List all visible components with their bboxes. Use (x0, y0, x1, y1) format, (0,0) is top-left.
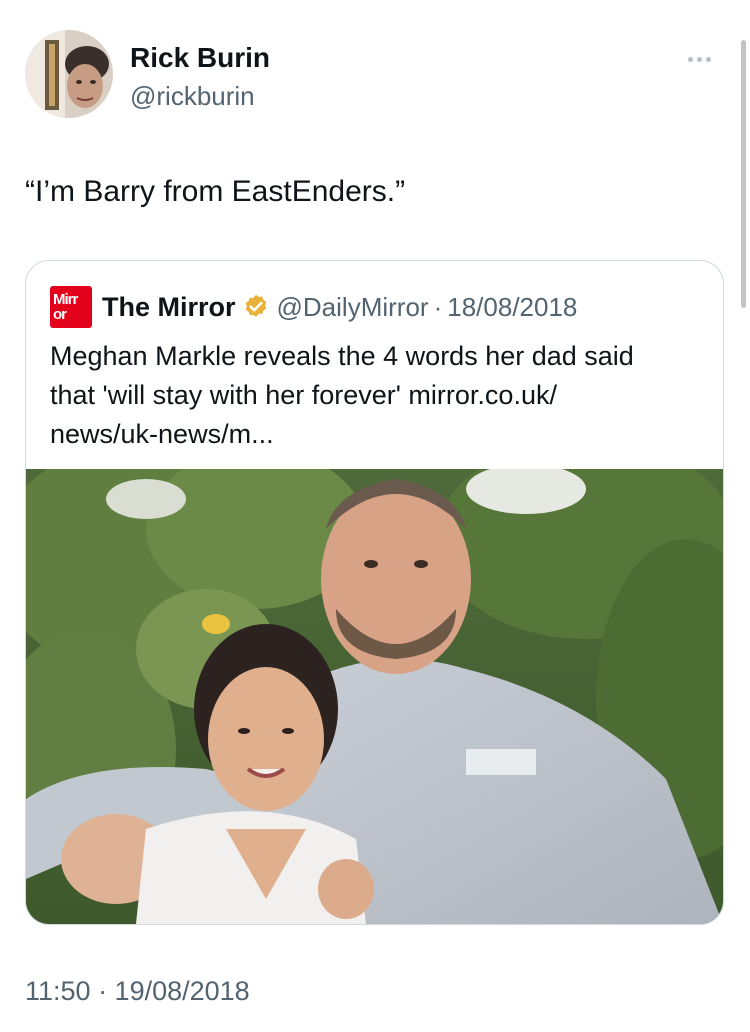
quoted-tweet-header: Mirr or The Mirror @DailyMirror · 18/08/… (50, 286, 577, 328)
avatar-photo (25, 30, 113, 118)
quoted-handle[interactable]: @DailyMirror (277, 292, 429, 323)
scrollbar[interactable] (741, 40, 746, 308)
quoted-tweet-text: Meghan Markle reveals the 4 words her da… (50, 337, 710, 454)
quoted-tweet-card[interactable]: Mirr or The Mirror @DailyMirror · 18/08/… (25, 260, 724, 925)
more-horizontal-icon-dot (705, 56, 711, 62)
mirror-logo-line2: or (53, 306, 67, 323)
quoted-display-name[interactable]: The Mirror (102, 292, 236, 323)
quoted-text-line: news/uk-news/m... (50, 419, 274, 449)
quoted-separator: · (433, 291, 443, 322)
tweet-text: “I’m Barry from EastEnders.” (25, 175, 406, 208)
news-photo (26, 469, 723, 924)
tweet-timestamp[interactable]: 11:50 · 19/08/2018 (25, 974, 250, 1008)
quoted-text-line: Meghan Markle reveals the 4 words her da… (50, 341, 634, 371)
more-horizontal-icon (687, 56, 693, 62)
mirror-logo-line1: Mirr (53, 291, 78, 308)
quoted-tweet-photo[interactable] (26, 469, 723, 924)
author-handle[interactable]: @rickburin (130, 80, 255, 112)
quoted-text-line: that 'will stay with her forever' mirror… (50, 380, 557, 410)
author-display-name[interactable]: Rick Burin (130, 41, 270, 75)
quoted-date[interactable]: 18/08/2018 (447, 292, 577, 323)
more-horizontal-icon-dot (696, 56, 702, 62)
verified-gold-badge-icon[interactable] (242, 293, 270, 321)
author-avatar[interactable] (25, 30, 113, 118)
mirror-logo-icon[interactable]: Mirr or (50, 286, 92, 328)
more-options-button[interactable] (676, 42, 722, 76)
